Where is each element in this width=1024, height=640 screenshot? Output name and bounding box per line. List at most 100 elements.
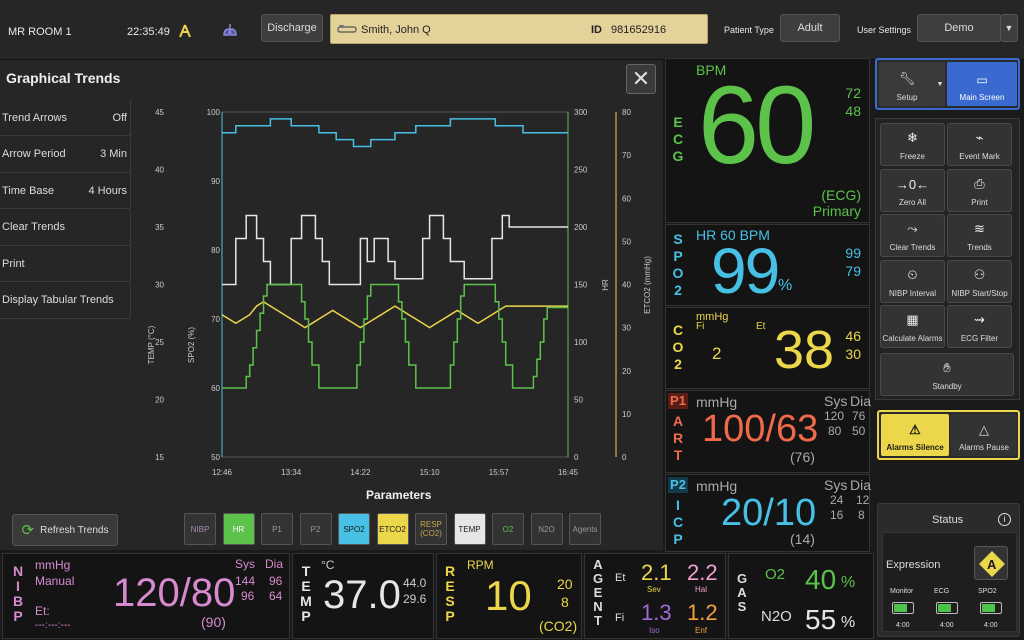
- setup-label: Setup: [896, 93, 918, 102]
- control-icon-2: →0←: [895, 176, 930, 192]
- agent-panel[interactable]: AGENT Et Fi 2.1 Sev 2.2 Hal 1.3 Iso 1.2 …: [584, 553, 726, 639]
- icp-dia-upper: 12: [856, 493, 870, 507]
- battery-time: 4:00: [896, 622, 910, 629]
- hal-label: Hal: [695, 585, 708, 594]
- control-button-8[interactable]: ▦ Calculate Alarms: [880, 305, 945, 348]
- n2o-value: 55: [805, 604, 837, 635]
- icp-dia-lower: 8: [858, 508, 865, 522]
- control-button-2[interactable]: →0← Zero All: [880, 168, 945, 212]
- menu-item-5[interactable]: Display Tabular Trends: [0, 282, 131, 319]
- control-button-3[interactable]: ⎙ Print: [947, 168, 1012, 212]
- control-button-4[interactable]: ⤳ Clear Trends: [880, 214, 945, 257]
- main-screen-button[interactable]: ▭ Main Screen: [947, 62, 1017, 106]
- info-icon[interactable]: i: [998, 513, 1011, 526]
- refresh-trends-button[interactable]: ⟳ Refresh Trends: [12, 514, 118, 546]
- ecg-label: ECG: [672, 114, 684, 164]
- control-button-5[interactable]: ≋ Trends: [947, 214, 1012, 257]
- art-panel[interactable]: P1 ART mmHg 100/63 (76) Sys Dia 120 76 8…: [665, 390, 871, 473]
- patient-type-button[interactable]: Adult: [780, 14, 840, 42]
- control-button-6[interactable]: ⏲ NIBP Interval: [880, 259, 945, 303]
- spo2-tick-label: 90: [211, 177, 220, 186]
- battery-label: SPO2: [978, 588, 997, 595]
- time-tick-label: 12:46: [212, 468, 233, 475]
- param-button-0[interactable]: NIBP: [184, 513, 216, 545]
- param-button-9[interactable]: N2O: [530, 513, 563, 545]
- standby-button[interactable]: ✋︎ Standby: [880, 353, 1014, 396]
- agent-et-label: Et: [615, 572, 626, 584]
- param-button-8[interactable]: O2: [492, 513, 524, 545]
- control-button-0[interactable]: ❄ Freeze: [880, 123, 945, 166]
- param-button-2[interactable]: P1: [261, 513, 293, 545]
- user-settings-select[interactable]: Demo: [917, 14, 1001, 42]
- param-button-6[interactable]: RESP (CO2): [415, 513, 447, 545]
- param-button-5[interactable]: ETCO2: [376, 513, 409, 545]
- menu-item-0[interactable]: Trend Arrows Off: [0, 100, 131, 136]
- etco2-tick-label: 70: [622, 151, 631, 160]
- param-button-1[interactable]: HR: [222, 513, 255, 545]
- temp-tick-label: 15: [155, 453, 164, 462]
- hr-tick-label: 150: [574, 281, 588, 290]
- co2-panel[interactable]: CO2 mmHg Fi 2 Et 38 46 30: [665, 307, 870, 389]
- nibp-panel[interactable]: NIBP mmHg Manual 120/80 (90) Et: ---:---…: [2, 553, 290, 639]
- resp-panel[interactable]: RESP RPM 10 20 8 (CO2): [436, 553, 582, 639]
- setup-button[interactable]: 🔧︎ Setup: [879, 62, 935, 106]
- alarms-pause-button[interactable]: △ Alarms Pause: [951, 414, 1017, 456]
- alarms-silence-button[interactable]: ⚠︎ Alarms Silence: [881, 414, 949, 456]
- enf-label: Enf: [695, 626, 708, 635]
- room-name: MR ROOM 1: [8, 26, 72, 38]
- resp-source: (CO2): [539, 618, 578, 634]
- menu-item-3[interactable]: Clear Trends: [0, 209, 131, 246]
- control-button-1[interactable]: ⌁ Event Mark: [947, 123, 1012, 166]
- chevron-down-icon[interactable]: ▼: [1000, 14, 1018, 42]
- art-sys-upper: 120: [824, 409, 845, 423]
- etco2-tick-label: 30: [622, 324, 631, 333]
- etco2-tick-label: 10: [622, 410, 631, 419]
- icp-panel[interactable]: P2 ICP mmHg 20/10 (14) Sys Dia 24 12 16 …: [665, 474, 871, 552]
- control-icon-7: ⚇: [973, 266, 986, 282]
- icp-value: 20/10: [721, 492, 817, 534]
- control-label: Trends: [967, 243, 992, 252]
- agent-fi-label: Fi: [615, 612, 625, 624]
- param-label: P1: [272, 524, 282, 534]
- alarm-pause-icon: △: [979, 422, 989, 437]
- menu-item-4[interactable]: Print: [0, 246, 131, 282]
- sev-label: Sev: [647, 585, 661, 594]
- etco2-tick-label: 20: [622, 367, 631, 376]
- series-etco2-line: [221, 300, 568, 329]
- close-icon[interactable]: ✕: [626, 64, 656, 94]
- hr-axis-label: HR: [601, 279, 610, 291]
- co2-value: 38: [774, 320, 835, 380]
- battery-fill: [894, 604, 907, 612]
- monitor-icon: ▭: [976, 73, 988, 87]
- patient-name: Smith, John Q: [361, 24, 431, 36]
- gas-panel[interactable]: GAS O2 40 % N2O 55 %: [728, 553, 874, 639]
- expression-badge[interactable]: A: [974, 546, 1008, 580]
- art-dia-lower: 50: [852, 424, 866, 438]
- temp-tick-label: 45: [155, 108, 164, 117]
- setup-chevron-down-icon[interactable]: ▼: [935, 62, 945, 106]
- spo2-upper-limit: 99: [845, 245, 861, 261]
- menu-item-label: Trend Arrows: [2, 111, 68, 124]
- param-label: N2O: [538, 524, 555, 534]
- temp-panel[interactable]: TEMP °C 37.0 44.0 29.6: [292, 553, 434, 639]
- control-button-9[interactable]: ⇝ ECG Filter: [947, 305, 1012, 348]
- patient-banner[interactable]: Smith, John Q ID 981652916: [330, 14, 708, 44]
- menu-item-1[interactable]: Arrow Period 3 Min: [0, 136, 131, 173]
- time-tick-label: 16:45: [558, 468, 579, 475]
- co2-fi-value: 2: [712, 344, 722, 363]
- discharge-button[interactable]: Discharge: [261, 14, 323, 42]
- param-button-3[interactable]: P2: [299, 513, 332, 545]
- nibp-unit: mmHg: [35, 558, 71, 572]
- spo2-panel[interactable]: SPO2 HR 60 BPM 99 % 99 79: [665, 224, 870, 306]
- lungs-icon: [222, 22, 238, 38]
- nibp-et-label: Et:: [35, 604, 50, 618]
- hal-et-value: 2.2: [687, 560, 718, 585]
- param-button-10[interactable]: Agents: [569, 513, 601, 545]
- menu-item-2[interactable]: Time Base 4 Hours: [0, 173, 131, 209]
- menu-item-value: 3 Min: [100, 148, 127, 160]
- param-button-7[interactable]: TEMP: [453, 513, 486, 545]
- control-button-7[interactable]: ⚇ NIBP Start/Stop: [947, 259, 1012, 303]
- param-button-4[interactable]: SPO2: [338, 513, 370, 545]
- ecg-panel[interactable]: ECG BPM 60 72 48 (ECG) Primary: [665, 58, 870, 223]
- alarms-group: ⚠︎ Alarms Silence △ Alarms Pause: [877, 410, 1020, 460]
